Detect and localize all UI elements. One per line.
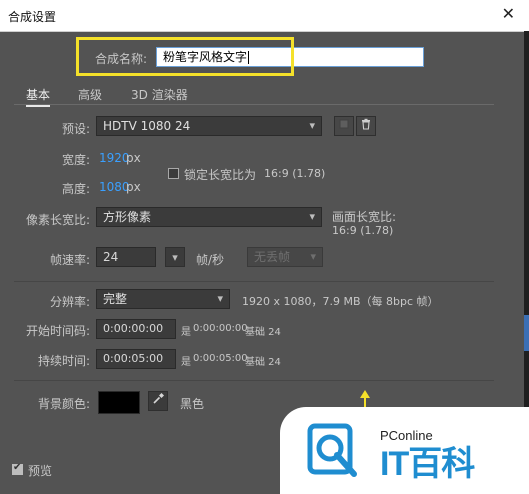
preset-value: HDTV 1080 24	[103, 119, 191, 133]
start-timecode-equivalent: 0:00:00:00	[193, 323, 248, 334]
lock-aspect-checkbox[interactable]	[168, 168, 179, 179]
width-unit: px	[126, 151, 141, 165]
window-title: 合成设置	[8, 10, 57, 24]
eyedropper-glyph	[152, 393, 164, 404]
save-preset-glyph	[339, 119, 349, 129]
duration-input[interactable]: 0:00:05:00	[96, 349, 176, 369]
height-unit: px	[126, 180, 141, 194]
preview-checkbox[interactable]	[12, 462, 23, 475]
frame-rate-label: 帧速率:	[49, 253, 90, 267]
start-timecode-value: 0:00:00:00	[103, 322, 164, 335]
watermark-text-large: IT百科	[380, 445, 475, 483]
frame-rate-unit: 帧/秒	[196, 253, 225, 267]
duration-value: 0:00:05:00	[103, 352, 164, 365]
width-label: 宽度:	[61, 153, 90, 167]
preset-select[interactable]: HDTV 1080 24 ▾	[96, 116, 322, 136]
frame-rate-input[interactable]: 24	[96, 247, 156, 267]
trash-icon	[362, 118, 370, 130]
tab-advanced[interactable]: 高级	[78, 86, 102, 103]
resolution-value: 完整	[103, 292, 128, 306]
tab-basic[interactable]: 基本	[26, 86, 51, 107]
duration-equivalent: 0:00:05:00	[193, 353, 248, 364]
tab-3d-renderer[interactable]: 3D 渲染器	[131, 86, 188, 103]
width-value[interactable]: 1920	[99, 151, 130, 165]
duration-label: 持续时间:	[37, 354, 90, 368]
drop-frame-value: 无丢帧	[254, 250, 291, 264]
equals-icon: 是	[181, 357, 191, 368]
height-value[interactable]: 1080	[99, 180, 130, 194]
preset-label: 预设:	[61, 122, 90, 136]
frame-rate-dropdown[interactable]: ▾	[165, 247, 185, 267]
start-timecode-label: 开始时间码:	[25, 324, 90, 338]
annotation-highlight-box	[76, 37, 294, 76]
chevron-down-icon: ▾	[309, 210, 315, 223]
resolution-select[interactable]: 完整 ▾	[96, 289, 230, 309]
resolution-info: 1920 x 1080，7.9 MB（每 8bpc 帧）	[242, 295, 439, 308]
chevron-down-icon: ▾	[309, 119, 315, 132]
equals-icon: 是	[181, 327, 191, 338]
annotation-arrow-head	[360, 390, 370, 398]
background-color-name: 黑色	[180, 397, 205, 411]
close-icon[interactable]: ✕	[502, 4, 515, 23]
chevron-down-icon: ▾	[310, 250, 316, 263]
pixel-aspect-label: 像素长宽比:	[25, 213, 90, 227]
lock-aspect-value: 16:9 (1.78)	[264, 167, 326, 180]
resolution-label: 分辨率:	[49, 295, 90, 309]
preview-label: 预览	[28, 464, 53, 478]
title-bar: 合成设置 ✕	[0, 0, 529, 32]
drop-frame-select: 无丢帧 ▾	[247, 247, 323, 267]
eyedropper-icon[interactable]	[148, 391, 168, 411]
tabs-divider	[14, 104, 494, 105]
duration-base: 基础 24	[245, 357, 281, 368]
delete-preset-icon[interactable]	[356, 116, 376, 136]
watermark-logo-icon	[307, 423, 357, 477]
lock-aspect-label: 锁定长宽比为	[184, 168, 257, 182]
background-window-accent	[524, 315, 529, 351]
pixel-aspect-select[interactable]: 方形像素 ▾	[96, 207, 322, 227]
start-timecode-base: 基础 24	[245, 327, 281, 338]
frame-aspect-value: 16:9 (1.78)	[332, 224, 394, 237]
chevron-down-icon: ▾	[217, 292, 223, 305]
start-timecode-input[interactable]: 0:00:00:00	[96, 319, 176, 339]
section-divider	[14, 380, 494, 381]
pixel-aspect-value: 方形像素	[103, 210, 152, 224]
height-label: 高度:	[61, 182, 90, 196]
watermark-text-small: PConline	[380, 428, 433, 443]
section-divider	[14, 281, 494, 282]
chevron-down-icon: ▾	[172, 251, 178, 264]
frame-rate-value: 24	[103, 250, 119, 264]
frame-aspect-label: 画面长宽比:	[332, 210, 397, 224]
background-color-label: 背景颜色:	[37, 397, 90, 411]
background-color-swatch[interactable]	[98, 391, 140, 414]
save-preset-icon[interactable]	[334, 116, 354, 136]
